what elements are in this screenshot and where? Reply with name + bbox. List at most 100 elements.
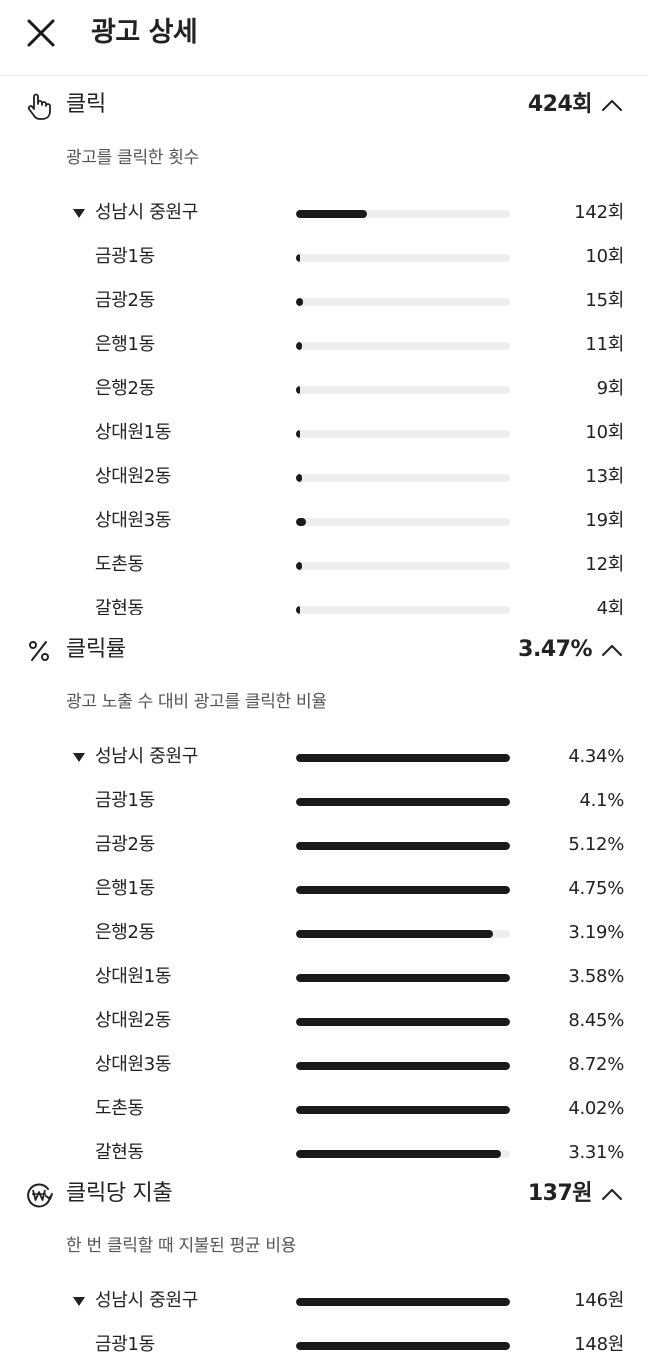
region-row: 은행1동 4.75% [0,868,648,912]
region-value: 10회 [585,422,624,443]
chevron-up-icon[interactable] [600,94,624,118]
bar-track [296,930,510,938]
region-label: 도촌동 [95,1098,144,1119]
region-label: 금광1동 [95,246,155,267]
region-value: 12회 [585,554,624,575]
caret-down-icon[interactable] [73,209,85,218]
region-value: 4.34% [568,746,624,767]
region-value: 4.02% [568,1098,624,1119]
header: 광고 상세 [0,0,648,76]
hand-pointer-icon [27,93,51,120]
region-label: 상대원3동 [95,510,172,531]
section-description: 광고를 클릭한 횟수 [66,148,199,168]
region-list[interactable]: 성남시 중원구 146원금광1동 148원 [0,1280,648,1369]
bar-fill [296,474,302,482]
region-row: 금광1동 4.1% [0,780,648,824]
region-row: 상대원2동 8.45% [0,1000,648,1044]
bar-fill [296,842,510,850]
region-row: 상대원2동 13회 [0,456,648,500]
bar-fill [296,754,510,762]
region-label: 은행2동 [95,378,155,399]
region-row: 금광2동 15회 [0,280,648,324]
chevron-up-icon[interactable] [600,1183,624,1207]
region-label: 상대원1동 [95,966,172,987]
region-label: 도촌동 [95,554,144,575]
bar-fill [296,974,510,982]
region-value: 4.1% [579,790,624,811]
region-row-parent[interactable]: 성남시 중원구 4.34% [0,736,648,780]
region-label: 상대원3동 [95,1054,172,1075]
region-label: 성남시 중원구 [95,1290,198,1311]
bar-track [296,1018,510,1026]
section-description: 한 번 클릭할 때 지불된 평균 비용 [66,1236,297,1256]
region-value: 8.45% [568,1010,624,1031]
bar-fill [296,386,300,394]
region-label: 금광2동 [95,290,155,311]
bar-track [296,1298,510,1306]
region-row: 은행1동 11회 [0,324,648,368]
bar-fill [296,606,300,614]
region-value: 19회 [585,510,624,531]
region-value: 11회 [585,334,624,355]
bar-fill [296,798,510,806]
region-row: 도촌동 4.02% [0,1088,648,1132]
region-label: 은행1동 [95,334,155,355]
bar-fill [296,342,302,350]
bar-fill [296,1018,510,1026]
bar-track [296,210,510,218]
bar-fill [296,1062,510,1070]
region-label: 은행1동 [95,878,155,899]
bar-track [296,562,510,570]
bar-fill [296,886,510,894]
bar-track [296,754,510,762]
bar-fill [296,1298,510,1306]
close-icon[interactable] [22,14,60,52]
region-value: 142회 [574,202,624,223]
region-value: 4회 [596,598,625,615]
region-value: 13회 [585,466,624,487]
region-value: 3.58% [568,966,624,987]
region-list[interactable]: 성남시 중원구 142회 금광1동 10회 금광2동 15회 은행1동 11회 은행2동 9회 상대… [0,192,648,615]
bar-track [296,1062,510,1070]
bar-fill [296,254,300,262]
percent-icon [29,641,49,661]
region-label: 상대원2동 [95,466,172,487]
region-row: 금광1동 148원 [0,1324,648,1368]
region-list[interactable]: 성남시 중원구 4.34% 금광1동 4.1% 금광2동 5.12% 은행1동 4.75% 은행… [0,736,648,1159]
bar-track [296,474,510,482]
bar-track [296,1106,510,1114]
bar-track [296,1150,510,1158]
region-label: 성남시 중원구 [95,746,198,767]
region-value: 9회 [596,378,625,399]
caret-down-icon[interactable] [73,753,85,762]
region-row-parent[interactable]: 성남시 중원구 142회 [0,192,648,236]
region-label: 금광1동 [95,1334,155,1355]
bar-track [296,886,510,894]
bar-track [296,1342,510,1350]
region-value: 8.72% [568,1054,624,1075]
chevron-up-icon[interactable] [600,639,624,663]
bar-fill [296,562,302,570]
region-row: 상대원3동 19회 [0,500,648,544]
bar-track [296,254,510,262]
section-total: 137원 [527,1181,593,1206]
bar-fill [296,298,303,306]
bar-fill [296,1150,501,1158]
region-row-parent[interactable]: 성남시 중원구 146원 [0,1280,648,1324]
region-value: 5.12% [568,834,624,855]
bar-track [296,518,510,526]
region-value: 146원 [574,1290,624,1311]
won-coin-icon [27,1183,53,1208]
region-row: 은행2동 9회 [0,368,648,412]
region-label: 성남시 중원구 [95,202,198,223]
region-row: 금광1동 10회 [0,236,648,280]
caret-down-icon[interactable] [73,1297,85,1306]
page-title: 광고 상세 [91,17,198,48]
section-title: 클릭당 지출 [66,1181,173,1206]
region-label: 은행2동 [95,922,155,943]
region-row: 도촌동 12회 [0,544,648,588]
region-row: 갈현동 3.31% [0,1132,648,1159]
bar-track [296,342,510,350]
region-value: 4.75% [568,878,624,899]
bar-track [296,298,510,306]
